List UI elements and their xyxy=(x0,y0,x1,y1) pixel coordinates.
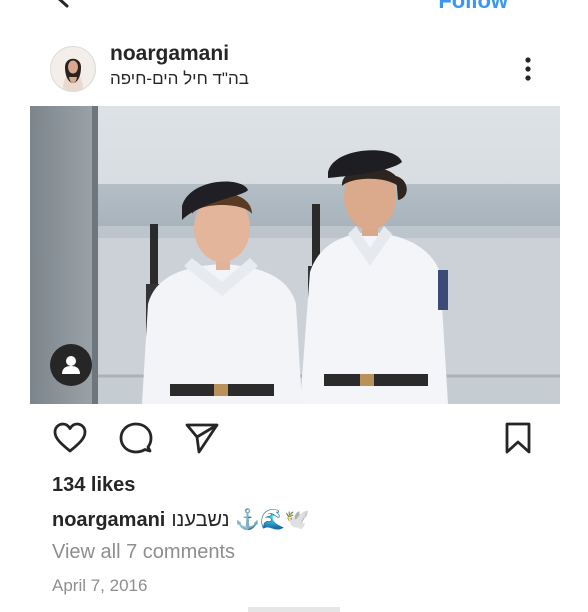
post-actions xyxy=(0,416,588,460)
caption-username[interactable]: noargamani xyxy=(52,509,165,531)
chevron-left-icon[interactable] xyxy=(52,0,74,8)
heart-icon[interactable] xyxy=(52,420,88,456)
post-header: noargamani בה"ד חיל הים-חיפה xyxy=(0,38,588,100)
photo-image xyxy=(30,106,560,404)
scroll-edge-divider xyxy=(248,607,340,612)
top-bar: Follow xyxy=(0,0,588,16)
view-comments-link[interactable]: View all 7 comments xyxy=(52,541,235,564)
comment-icon[interactable] xyxy=(118,420,154,456)
post-location[interactable]: בה"ד חיל הים-חיפה xyxy=(110,69,249,89)
bookmark-icon[interactable] xyxy=(500,420,536,456)
likes-count[interactable]: 134 likes xyxy=(52,474,135,497)
tagged-users-button[interactable] xyxy=(50,344,92,386)
post-photo[interactable] xyxy=(30,106,560,404)
more-vertical-icon[interactable] xyxy=(516,52,540,86)
post-date: April 7, 2016 xyxy=(52,576,148,595)
post-username[interactable]: noargamani xyxy=(110,42,229,66)
instagram-post-screen: Follow noargamani בה"ד חיל הים-חיפה 134 … xyxy=(0,0,588,612)
paper-plane-icon[interactable] xyxy=(184,420,220,456)
caption-text: נשבענו ⚓🌊🕊️ xyxy=(171,509,310,531)
follow-button[interactable]: Follow xyxy=(438,0,508,14)
post-caption: noargamani נשבענו ⚓🌊🕊️ xyxy=(52,507,310,532)
avatar[interactable] xyxy=(50,46,96,92)
user-tag-icon xyxy=(62,356,80,374)
avatar-image xyxy=(51,47,95,91)
